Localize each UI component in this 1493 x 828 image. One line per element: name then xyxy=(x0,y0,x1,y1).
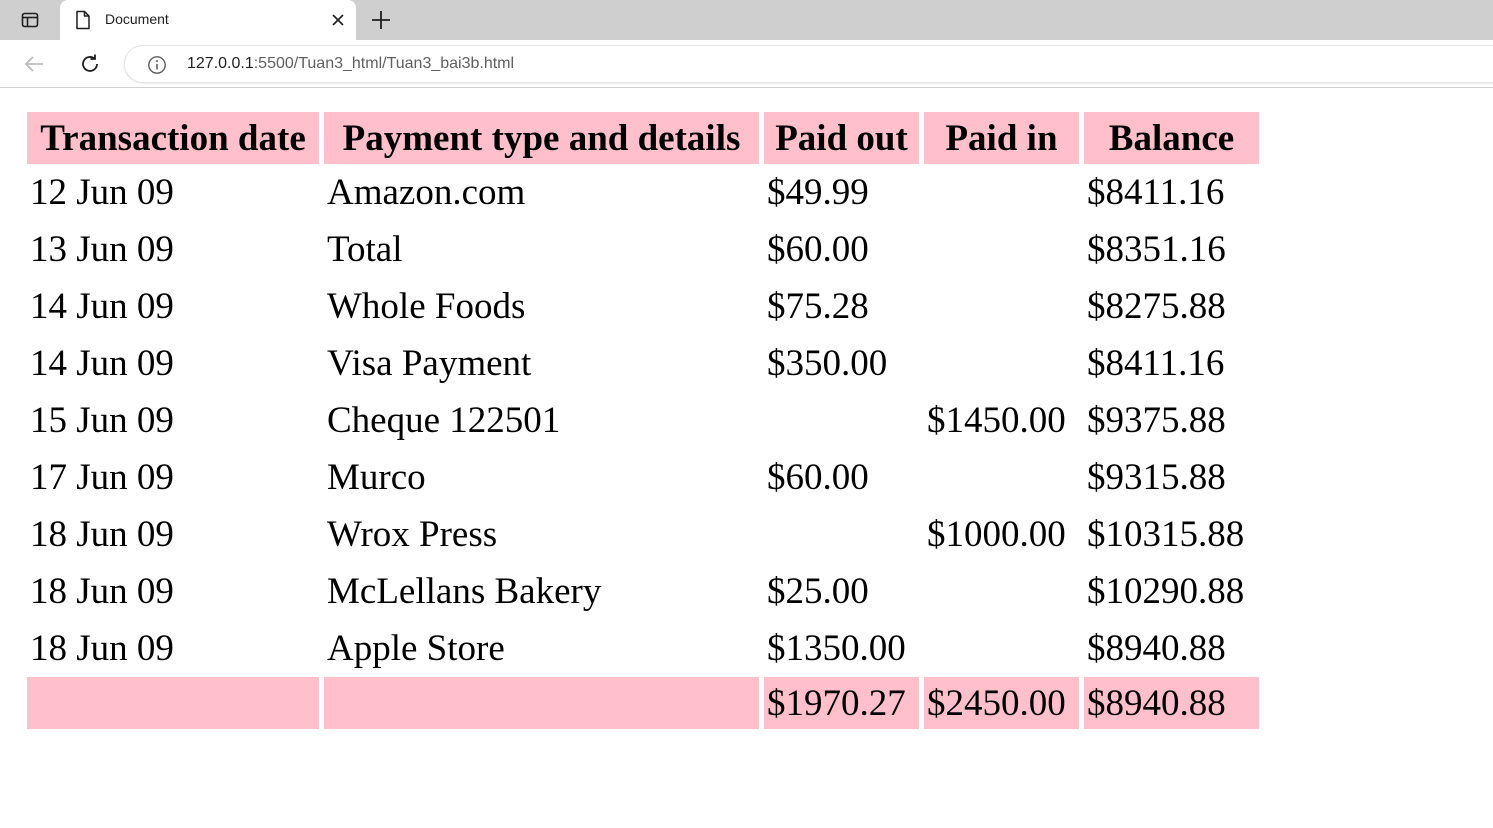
cell-date: 12 Jun 09 xyxy=(30,172,174,213)
cell-type: Visa Payment xyxy=(327,343,532,384)
total-type-cell xyxy=(324,677,759,729)
page-content: Transaction date Payment type and detail… xyxy=(0,89,1493,828)
cell-paid-in xyxy=(924,563,1079,620)
reload-icon[interactable] xyxy=(78,52,102,76)
cell-type: McLellans Bakery xyxy=(327,571,602,612)
cell-type: Wrox Press xyxy=(327,514,498,555)
cell-paid-in xyxy=(924,335,1079,392)
table-row: 18 Jun 09 Wrox Press $1000.00 $10315.88 xyxy=(27,506,1259,563)
back-arrow-icon[interactable] xyxy=(22,52,46,76)
table-row: 14 Jun 09 Whole Foods $75.28 $8275.88 xyxy=(27,278,1259,335)
tab-strip: Document xyxy=(0,0,1493,40)
cell-date: 14 Jun 09 xyxy=(30,286,174,327)
browser-toolbar: 127.0.0.1:5500/Tuan3_html/Tuan3_bai3b.ht… xyxy=(0,40,1493,88)
header-paid-in: Paid in xyxy=(924,112,1079,164)
cell-paid-out xyxy=(764,392,919,449)
cell-date: 18 Jun 09 xyxy=(30,628,174,669)
total-balance: $8940.88 xyxy=(1084,677,1259,729)
tab-title: Document xyxy=(105,11,169,27)
cell-paid-in xyxy=(924,221,1079,278)
table-row: 18 Jun 09 McLellans Bakery $25.00 $10290… xyxy=(27,563,1259,620)
cell-balance: $8411.16 xyxy=(1087,343,1225,384)
header-transaction-date: Transaction date xyxy=(27,112,319,164)
cell-date: 14 Jun 09 xyxy=(30,343,174,384)
cell-type: Apple Store xyxy=(327,628,505,669)
table-row: 13 Jun 09 Total $60.00 $8351.16 xyxy=(27,221,1259,278)
tab-document[interactable]: Document xyxy=(60,0,356,40)
cell-type: Total xyxy=(327,229,403,270)
cell-paid-in: $1000.00 xyxy=(927,514,1066,555)
cell-paid-out: $60.00 xyxy=(767,457,869,498)
cell-paid-in xyxy=(924,164,1079,221)
cell-paid-in xyxy=(924,278,1079,335)
table-row: 14 Jun 09 Visa Payment $350.00 $8411.16 xyxy=(27,335,1259,392)
table-row: 12 Jun 09 Amazon.com $49.99 $8411.16 xyxy=(27,164,1259,221)
cell-balance: $8351.16 xyxy=(1087,229,1226,270)
cell-type: Murco xyxy=(327,457,426,498)
totals-row: $1970.27 $2450.00 $8940.88 xyxy=(27,677,1259,729)
cell-balance: $10290.88 xyxy=(1087,571,1245,612)
tab-actions-button[interactable] xyxy=(8,6,52,34)
cell-paid-out: $49.99 xyxy=(767,172,869,213)
total-paid-in: $2450.00 xyxy=(924,677,1079,729)
cell-balance: $8411.16 xyxy=(1087,172,1225,213)
cell-type: Amazon.com xyxy=(327,172,526,213)
header-row: Transaction date Payment type and detail… xyxy=(27,112,1259,164)
table-row: 18 Jun 09 Apple Store $1350.00 $8940.88 xyxy=(27,620,1259,677)
cell-balance: $8275.88 xyxy=(1087,286,1226,327)
cell-balance: $9315.88 xyxy=(1087,457,1226,498)
close-tab-icon[interactable] xyxy=(330,12,346,28)
cell-paid-out: $350.00 xyxy=(767,343,888,384)
cell-date: 18 Jun 09 xyxy=(30,514,174,555)
cell-date: 13 Jun 09 xyxy=(30,229,174,270)
cell-paid-out xyxy=(764,506,919,563)
total-paid-out: $1970.27 xyxy=(764,677,919,729)
cell-balance: $9375.88 xyxy=(1087,400,1226,441)
cell-paid-out: $75.28 xyxy=(767,286,869,327)
new-tab-icon[interactable] xyxy=(370,9,392,31)
cell-type: Cheque 122501 xyxy=(327,400,561,441)
tab-actions-icon xyxy=(21,12,39,28)
cell-date: 15 Jun 09 xyxy=(30,400,174,441)
cell-paid-out: $25.00 xyxy=(767,571,869,612)
cell-date: 17 Jun 09 xyxy=(30,457,174,498)
url-text: 127.0.0.1:5500/Tuan3_html/Tuan3_bai3b.ht… xyxy=(187,55,514,73)
cell-date: 18 Jun 09 xyxy=(30,571,174,612)
cell-paid-in: $1450.00 xyxy=(927,400,1066,441)
cell-type: Whole Foods xyxy=(327,286,526,327)
transactions-table: Transaction date Payment type and detail… xyxy=(22,112,1264,729)
url-host: 127.0.0.1 xyxy=(187,55,254,72)
site-info-icon[interactable] xyxy=(147,55,167,75)
header-paid-out: Paid out xyxy=(764,112,919,164)
address-bar[interactable]: 127.0.0.1:5500/Tuan3_html/Tuan3_bai3b.ht… xyxy=(124,45,1493,83)
header-payment-type: Payment type and details xyxy=(324,112,759,164)
cell-paid-out: $1350.00 xyxy=(767,628,906,669)
header-balance: Balance xyxy=(1084,112,1259,164)
cell-paid-out: $60.00 xyxy=(767,229,869,270)
table-row: 15 Jun 09 Cheque 122501 $1450.00 $9375.8… xyxy=(27,392,1259,449)
cell-balance: $8940.88 xyxy=(1087,628,1226,669)
table-row: 17 Jun 09 Murco $60.00 $9315.88 xyxy=(27,449,1259,506)
url-path: :5500/Tuan3_html/Tuan3_bai3b.html xyxy=(253,55,515,72)
cell-paid-in xyxy=(924,449,1079,506)
document-icon xyxy=(76,10,90,30)
cell-paid-in xyxy=(924,620,1079,677)
total-date-cell xyxy=(27,677,319,729)
cell-balance: $10315.88 xyxy=(1087,514,1245,555)
